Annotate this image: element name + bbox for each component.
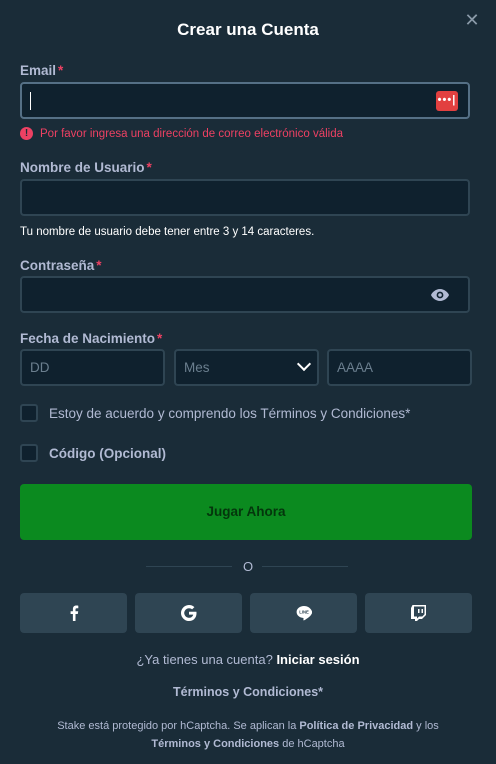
captcha-notice: Stake está protegido por hCaptcha. Se ap… bbox=[57, 720, 439, 750]
chevron-down-icon bbox=[296, 356, 312, 372]
facebook-button[interactable] bbox=[20, 593, 127, 633]
username-hint: Tu nombre de usuario debe tener entre 3 … bbox=[20, 226, 315, 238]
google-button[interactable] bbox=[135, 593, 242, 633]
email-label: Email * bbox=[20, 63, 64, 78]
eye-icon[interactable] bbox=[430, 288, 450, 302]
terms-checkbox-row[interactable]: Estoy de acuerdo y comprendo los Término… bbox=[20, 404, 410, 422]
year-input[interactable]: AAAA bbox=[327, 349, 472, 386]
or-divider: O bbox=[0, 559, 496, 574]
text-caret bbox=[30, 92, 31, 110]
twitch-button[interactable] bbox=[365, 593, 472, 633]
password-input[interactable] bbox=[20, 276, 470, 313]
privacy-policy-link[interactable]: Política de Privacidad bbox=[299, 720, 413, 732]
username-input[interactable] bbox=[20, 179, 470, 216]
day-input[interactable]: DD bbox=[20, 349, 165, 386]
divider-line bbox=[146, 566, 232, 567]
close-icon[interactable]: ✕ bbox=[462, 10, 482, 30]
code-checkbox-row[interactable]: Código (Opcional) bbox=[20, 444, 166, 462]
email-error: ! Por favor ingresa una dirección de cor… bbox=[20, 127, 343, 140]
code-checkbox[interactable] bbox=[20, 444, 38, 462]
hcaptcha-terms-link[interactable]: Términos y Condiciones bbox=[151, 738, 279, 750]
line-icon: LINE bbox=[296, 606, 312, 621]
terms-checkbox[interactable] bbox=[20, 404, 38, 422]
twitch-icon bbox=[411, 605, 426, 621]
google-icon bbox=[180, 605, 196, 621]
terms-checkbox-label: Estoy de acuerdo y comprendo los Término… bbox=[49, 405, 411, 421]
terms-link[interactable]: Términos y Condiciones* bbox=[0, 685, 496, 699]
username-label: Nombre de Usuario * bbox=[20, 160, 152, 175]
facebook-icon bbox=[70, 605, 78, 621]
email-input[interactable]: •••| bbox=[20, 82, 470, 119]
line-button[interactable]: LINE bbox=[250, 593, 357, 633]
password-label: Contraseña * bbox=[20, 258, 102, 273]
code-checkbox-label: Código (Opcional) bbox=[49, 445, 166, 461]
modal-title: Crear una Cuenta bbox=[177, 20, 319, 39]
password-manager-icon[interactable]: •••| bbox=[436, 91, 458, 111]
svg-text:LINE: LINE bbox=[299, 610, 309, 615]
month-select[interactable]: Mes bbox=[174, 349, 319, 386]
login-link[interactable]: Iniciar sesión bbox=[276, 652, 359, 667]
error-icon: ! bbox=[20, 127, 33, 140]
account-prompt: ¿Ya tienes una cuenta? Iniciar sesión bbox=[136, 652, 360, 667]
play-now-button[interactable]: Jugar Ahora bbox=[20, 484, 472, 540]
divider-line bbox=[262, 566, 348, 567]
birthdate-label: Fecha de Nacimiento * bbox=[20, 331, 163, 346]
